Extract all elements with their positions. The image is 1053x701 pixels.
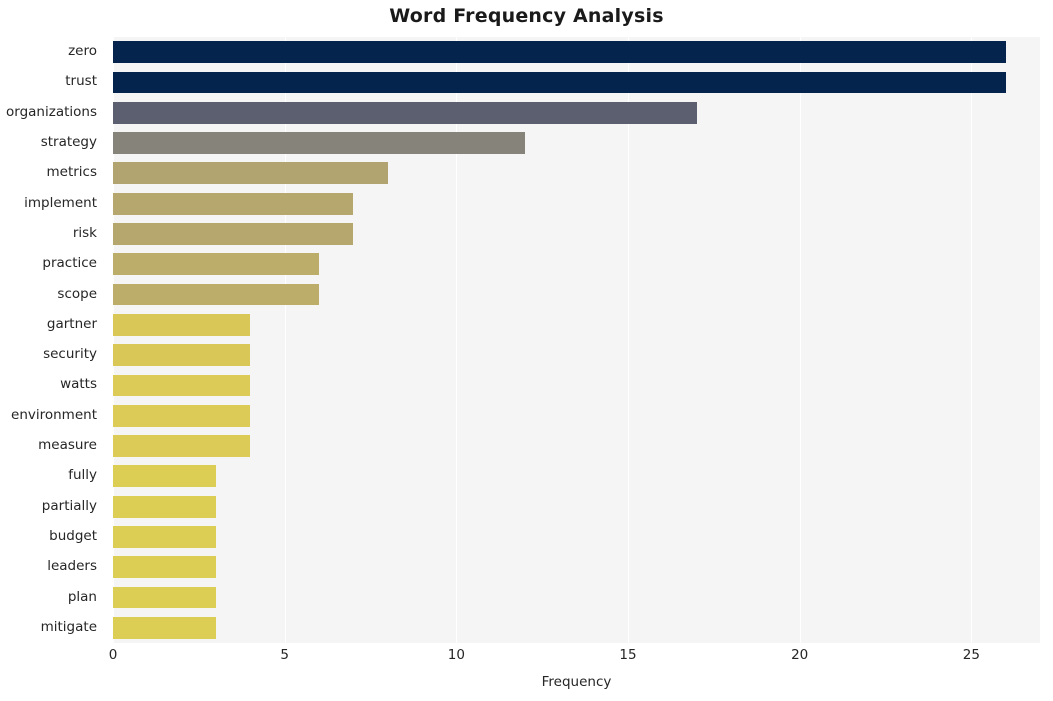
x-tick-label-10: 10 xyxy=(447,647,465,663)
bar-row[interactable] xyxy=(113,192,1040,215)
bar-organizations[interactable] xyxy=(113,101,697,124)
bar-row[interactable] xyxy=(113,465,1040,488)
y-tick-label-zero: zero xyxy=(68,43,97,60)
bar-strategy[interactable] xyxy=(113,132,525,154)
y-tick-label-gartner: gartner xyxy=(46,315,97,332)
bar-row[interactable] xyxy=(113,344,1040,367)
x-tick-label-25: 25 xyxy=(962,647,980,663)
y-tick-label-partially: partially xyxy=(41,497,97,514)
y-tick-label-practice: practice xyxy=(42,255,97,272)
x-tick-label-20: 20 xyxy=(791,647,809,663)
bar-fully[interactable] xyxy=(113,465,216,488)
bar-row[interactable] xyxy=(113,586,1040,609)
y-tick-label-mitigate: mitigate xyxy=(40,618,97,635)
bar-row[interactable] xyxy=(113,101,1040,124)
x-axis-tick-labels: 0 5 10 15 20 25 xyxy=(0,647,1053,671)
bar-row[interactable] xyxy=(113,71,1040,94)
bar-row[interactable] xyxy=(113,253,1040,276)
y-tick-label-risk: risk xyxy=(72,224,97,241)
y-tick-label-implement: implement xyxy=(24,194,97,211)
bar-partially[interactable] xyxy=(113,495,216,518)
bar-gartner[interactable] xyxy=(113,313,251,336)
chart-figure: Word Frequency Analysis zero trust organiz… xyxy=(0,0,1053,701)
bar-row[interactable] xyxy=(113,526,1040,548)
bar-security[interactable] xyxy=(113,344,251,367)
bar-plan[interactable] xyxy=(113,586,216,609)
bar-implement[interactable] xyxy=(113,192,354,215)
bar-row[interactable] xyxy=(113,313,1040,336)
bar-zero[interactable] xyxy=(113,41,1006,64)
bar-risk[interactable] xyxy=(113,223,354,245)
bar-row[interactable] xyxy=(113,374,1040,397)
bar-scope[interactable] xyxy=(113,283,319,306)
chart-title: Word Frequency Analysis xyxy=(389,5,664,27)
y-tick-label-organizations: organizations xyxy=(6,103,97,120)
y-tick-label-environment: environment xyxy=(11,406,97,423)
bar-metrics[interactable] xyxy=(113,162,388,185)
bar-row[interactable] xyxy=(113,283,1040,306)
x-axis-title: Frequency xyxy=(541,674,612,690)
x-tick-label-5: 5 xyxy=(280,647,289,663)
y-tick-label-metrics: metrics xyxy=(46,164,97,181)
bar-leaders[interactable] xyxy=(113,556,216,579)
bar-environment[interactable] xyxy=(113,404,251,427)
y-axis-tick-labels: zero trust organizations strategy metrics imp… xyxy=(0,37,105,643)
y-tick-label-leaders: leaders xyxy=(47,558,97,575)
bar-row[interactable] xyxy=(113,556,1040,579)
x-tick-label-15: 15 xyxy=(619,647,637,663)
bar-row[interactable] xyxy=(113,495,1040,518)
bar-measure[interactable] xyxy=(113,435,251,457)
bar-row[interactable] xyxy=(113,41,1040,64)
bar-row[interactable] xyxy=(113,435,1040,457)
y-tick-label-measure: measure xyxy=(38,437,97,454)
bars-layer xyxy=(113,37,1040,643)
y-tick-label-security: security xyxy=(43,346,97,363)
plot-area xyxy=(113,37,1040,643)
y-tick-label-scope: scope xyxy=(57,285,97,302)
bar-row[interactable] xyxy=(113,132,1040,154)
y-tick-label-plan: plan xyxy=(67,588,97,605)
bar-watts[interactable] xyxy=(113,374,251,397)
bar-practice[interactable] xyxy=(113,253,319,276)
bar-budget[interactable] xyxy=(113,526,216,548)
bar-row[interactable] xyxy=(113,616,1040,639)
y-tick-label-budget: budget xyxy=(49,527,97,544)
bar-row[interactable] xyxy=(113,162,1040,185)
y-tick-label-watts: watts xyxy=(60,376,97,393)
bar-row[interactable] xyxy=(113,223,1040,245)
bar-row[interactable] xyxy=(113,404,1040,427)
x-tick-label-0: 0 xyxy=(108,647,118,663)
y-tick-label-strategy: strategy xyxy=(40,134,97,151)
y-tick-label-fully: fully xyxy=(68,467,97,484)
bar-trust[interactable] xyxy=(113,71,1006,94)
bar-mitigate[interactable] xyxy=(113,616,216,639)
y-tick-label-trust: trust xyxy=(65,73,97,90)
